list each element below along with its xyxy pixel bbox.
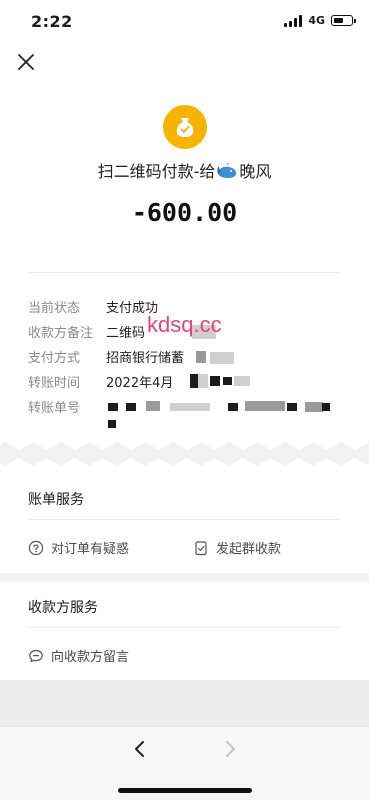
navigation-bar bbox=[0, 726, 369, 800]
payee-name: 晚风 bbox=[239, 162, 272, 181]
redaction-mosaic bbox=[198, 374, 208, 388]
leave-message-button[interactable]: 向收款方留言 bbox=[28, 646, 129, 665]
order-question-button[interactable]: 对订单有疑惑 bbox=[28, 538, 129, 557]
divider bbox=[28, 519, 341, 520]
question-circle-icon bbox=[28, 540, 44, 555]
redaction-mosaic bbox=[146, 401, 160, 411]
group-collect-button[interactable]: 发起群收款 bbox=[193, 538, 281, 557]
signal-icon bbox=[284, 14, 303, 27]
merchant-avatar bbox=[163, 105, 207, 149]
order-question-label: 对订单有疑惑 bbox=[51, 542, 130, 557]
status-indicators: 4G bbox=[284, 14, 356, 27]
section-gap bbox=[0, 573, 369, 582]
redaction-mosaic bbox=[245, 401, 285, 411]
forward-button[interactable] bbox=[218, 737, 242, 761]
redaction-mosaic bbox=[190, 374, 198, 388]
divider bbox=[28, 272, 341, 273]
detail-row-transfer-time: 转账时间 2022年4月 bbox=[28, 372, 348, 394]
payee-title-prefix: 扫二维码付款-给 bbox=[97, 162, 216, 181]
redaction-mosaic bbox=[170, 403, 210, 411]
redaction-mosaic bbox=[210, 376, 220, 386]
detail-row-payment-method: 支付方式 招商银行储蓄 bbox=[28, 347, 348, 369]
redaction-mosaic bbox=[108, 403, 118, 411]
battery-icon bbox=[331, 15, 356, 26]
redaction-mosaic bbox=[196, 351, 206, 363]
home-indicator bbox=[118, 788, 252, 793]
page-bottom-fill bbox=[0, 680, 369, 726]
detail-value: 二维码 bbox=[106, 326, 146, 341]
divider bbox=[28, 627, 341, 628]
message-icon bbox=[29, 649, 43, 662]
chevron-left-icon bbox=[135, 741, 144, 757]
redaction-mosaic bbox=[223, 377, 232, 385]
checklist-icon bbox=[195, 540, 207, 555]
leave-message-label: 向收款方留言 bbox=[51, 650, 130, 665]
redaction-mosaic bbox=[322, 403, 330, 411]
payment-amount: -600.00 bbox=[131, 198, 238, 227]
close-icon bbox=[18, 54, 34, 70]
redaction-mosaic bbox=[287, 403, 297, 411]
redaction-mosaic bbox=[305, 402, 323, 412]
bill-services-title: 账单服务 bbox=[28, 492, 84, 508]
redaction-mosaic bbox=[108, 420, 116, 428]
watermark: kdsq.cc bbox=[147, 312, 222, 337]
group-collect-label: 发起群收款 bbox=[216, 542, 282, 557]
payee-services-title: 收款方服务 bbox=[28, 600, 98, 616]
detail-label: 支付方式 bbox=[28, 351, 81, 366]
redaction-mosaic bbox=[126, 403, 136, 411]
detail-value: 招商银行储蓄 bbox=[106, 351, 185, 366]
status-bar: 2:22 4G bbox=[0, 0, 369, 44]
torn-edge bbox=[0, 436, 369, 472]
redaction-mosaic bbox=[228, 403, 238, 411]
chevron-right-icon bbox=[226, 741, 235, 757]
redaction-mosaic bbox=[234, 376, 250, 386]
detail-label: 当前状态 bbox=[28, 301, 81, 316]
back-button[interactable] bbox=[128, 737, 152, 761]
money-bag-icon bbox=[176, 118, 194, 137]
detail-value: 2022年4月 bbox=[106, 376, 174, 391]
status-time: 2:22 bbox=[31, 12, 73, 31]
detail-label: 收款方备注 bbox=[28, 326, 94, 341]
detail-label: 转账时间 bbox=[28, 376, 81, 391]
network-label: 4G bbox=[308, 14, 325, 27]
payee-title: 扫二维码付款-给 晚风 bbox=[0, 158, 369, 184]
close-button[interactable] bbox=[14, 50, 38, 74]
detail-label: 转账单号 bbox=[28, 401, 81, 416]
redaction-mosaic bbox=[210, 352, 234, 364]
whale-avatar-icon bbox=[216, 162, 238, 184]
